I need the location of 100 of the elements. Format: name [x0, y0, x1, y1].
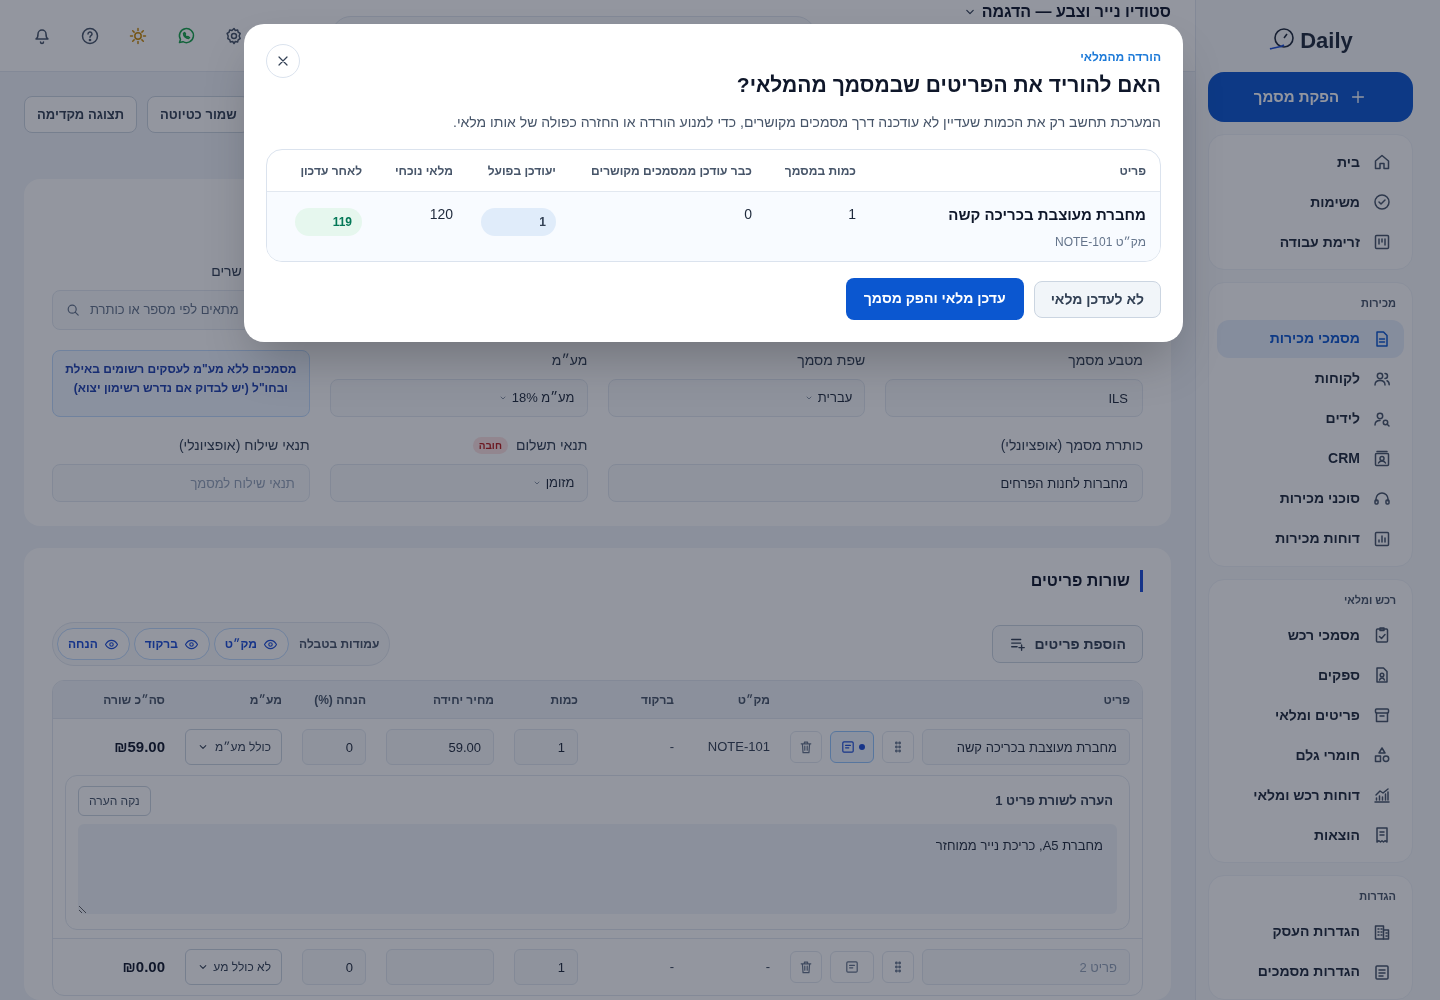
vat-exempt-note: מסמכים ללא מע"מ לעסקים רשומים באילת ובחו"ל (יש לבדוק אם נדרש רשימון יצוא) — [52, 350, 310, 417]
text-field[interactable]: ILS — [885, 379, 1143, 417]
barcode-cell-text: - — [668, 738, 674, 757]
column-header: מע״מ — [248, 691, 282, 709]
nav-item[interactable]: לקוחות — [1217, 359, 1404, 398]
shapes-icon — [1372, 745, 1392, 765]
search-input[interactable]: מתאים לפי מספר או כותרת — [89, 300, 239, 320]
nav-item[interactable]: דוחות רכש ומלאי — [1217, 776, 1404, 814]
columns-label: עמודות בטבלה — [299, 636, 380, 653]
nav-item[interactable]: הגדרות מסמכים — [1217, 952, 1404, 991]
line-chart-icon — [1372, 785, 1392, 805]
create-document-button[interactable]: הפקת מסמך — [1208, 72, 1413, 122]
column-header: כמות — [549, 691, 578, 709]
check-circle-icon — [1372, 192, 1392, 212]
nav-item[interactable]: זרימת עבודה — [1217, 223, 1404, 261]
column-header: מחיר יחידה — [431, 691, 494, 709]
contact-card-icon — [1372, 448, 1392, 469]
dialog-description: המערכת תחשב רק את הכמות שעדיין לא עודכנה דרך מסמכים מקושרים, כדי למנוע הורדה או החזרה כפולה של אותו מלאי. — [452, 113, 1161, 132]
archive-box-icon — [1372, 705, 1392, 725]
dialog-title: האם להוריד את הפריטים שבמסמך מהמלאי? — [736, 72, 1161, 98]
quantity-field[interactable]: 1 — [514, 949, 578, 985]
trash-icon — [798, 739, 814, 755]
help-icon — [80, 25, 100, 46]
field-label: תנאי שילוח (אופציונלי) — [178, 436, 310, 455]
nav-item[interactable]: חומרי גלם — [1217, 736, 1404, 774]
drag-handle[interactable] — [882, 731, 914, 763]
column-header: פריט — [1118, 162, 1146, 180]
nav-item[interactable]: מסמכי רכש — [1217, 616, 1404, 654]
delete-button[interactable] — [790, 951, 822, 983]
nav-item[interactable]: לידים — [1217, 399, 1404, 438]
skip-button[interactable]: לא לעדכן מלאי — [1033, 281, 1161, 318]
nav-item[interactable]: ספקים — [1217, 656, 1404, 694]
add-items-button[interactable]: הוספת פריטים — [991, 625, 1143, 663]
nav-group-title: מכירות — [1360, 296, 1397, 311]
item-name-field[interactable]: מחברת מעוצבת בכריכה קשה — [922, 729, 1130, 765]
field-label: מטבע מסמך — [1068, 351, 1143, 370]
field-label: תנאי תשלום — [515, 436, 588, 455]
column-chip[interactable]: הנחה — [57, 628, 130, 660]
to-update-pill: 1 — [481, 208, 556, 236]
nav-item[interactable]: הגדרות העסק — [1217, 912, 1404, 951]
drag-handle[interactable] — [882, 951, 914, 983]
theme-button[interactable] — [128, 25, 148, 46]
clear-note-button[interactable]: נקה הערה — [78, 786, 151, 816]
logo-text: Daily — [1300, 26, 1353, 55]
note-icon — [844, 959, 860, 975]
settings-button[interactable] — [224, 25, 244, 46]
discount-field[interactable]: 0 — [302, 729, 366, 765]
nav-item[interactable]: בית — [1217, 143, 1404, 181]
select-field[interactable]: מע״מ 18% — [329, 379, 588, 417]
vat-select[interactable]: כולל מע״מ — [185, 729, 282, 765]
preview-button[interactable]: תצוגה מקדימה — [24, 96, 138, 133]
dialog-eyebrow: הורדה מהמלאי — [1079, 49, 1161, 66]
column-header: מק״ט — [736, 691, 770, 709]
field-label: שרים — [210, 262, 243, 281]
barcode-cell-text: - — [668, 958, 674, 977]
note-button[interactable] — [830, 731, 874, 763]
quantity-field[interactable]: 1 — [514, 729, 578, 765]
nav-item[interactable]: סוכני מכירות — [1217, 479, 1404, 518]
column-header: ברקוד — [639, 691, 674, 709]
required-badge: חובה — [472, 437, 508, 454]
select-field[interactable]: מזומן — [329, 464, 588, 502]
vat-select[interactable]: לא כולל מע — [185, 949, 282, 985]
sun-icon — [128, 25, 148, 46]
close-button[interactable] — [266, 44, 300, 78]
note-textarea[interactable]: מחברת A5, כריכת נייר ממוחזר — [78, 824, 1117, 914]
field-label: כותרת מסמך (אופציונלי) — [1000, 436, 1143, 455]
unit-price-field[interactable]: 59.00 — [386, 729, 494, 765]
note-icon — [839, 739, 856, 755]
delete-button[interactable] — [790, 731, 822, 763]
home-icon — [1372, 152, 1392, 172]
column-header: כבר עודכן ממסמכים מקושרים — [590, 162, 752, 180]
chat-bubble-icon — [176, 25, 196, 46]
nav-item[interactable]: דוחות מכירות — [1217, 519, 1404, 558]
line-total: ₪0.00 — [121, 956, 165, 977]
nav-item[interactable]: הוצאות — [1217, 816, 1404, 854]
select-field[interactable]: עברית — [607, 379, 866, 417]
column-chip[interactable]: מק״ט — [213, 628, 290, 660]
nav-group-title: הגדרות — [1358, 889, 1397, 904]
nav-item[interactable]: משימות — [1217, 183, 1404, 221]
whatsapp-button[interactable] — [176, 25, 196, 46]
item-sku: מק״ט NOTE-101 — [1054, 233, 1146, 251]
nav-group-title: רכש ומלאי — [1342, 592, 1397, 608]
nav-item[interactable]: פריטים ומלאי — [1217, 696, 1404, 734]
nav-item[interactable]: CRM — [1217, 439, 1404, 478]
column-header: סה״כ שורה — [102, 691, 165, 709]
text-field[interactable]: מחברות לחנות הפרחים — [607, 464, 1143, 502]
help-button[interactable] — [80, 25, 100, 46]
column-header: הנחה (%) — [313, 691, 366, 709]
nav-item[interactable]: מסמכי מכירות — [1217, 319, 1404, 358]
confirm-button[interactable]: עדכן מלאי והפק מסמך — [845, 277, 1024, 320]
field-label: שפת מסמך — [797, 351, 866, 370]
column-header: יעודכן בפועל — [486, 162, 556, 180]
column-chip[interactable]: ברקוד — [133, 628, 210, 660]
field-label: מע״מ — [551, 351, 588, 370]
column-header: לאחר עדכון — [299, 162, 362, 180]
settings-icon — [224, 25, 244, 46]
note-title: הערה לשורת פריט 1 — [995, 792, 1114, 811]
board-icon — [1372, 232, 1392, 252]
discount-field[interactable]: 0 — [302, 949, 366, 985]
sku-cell-text: NOTE-101 — [706, 738, 770, 757]
